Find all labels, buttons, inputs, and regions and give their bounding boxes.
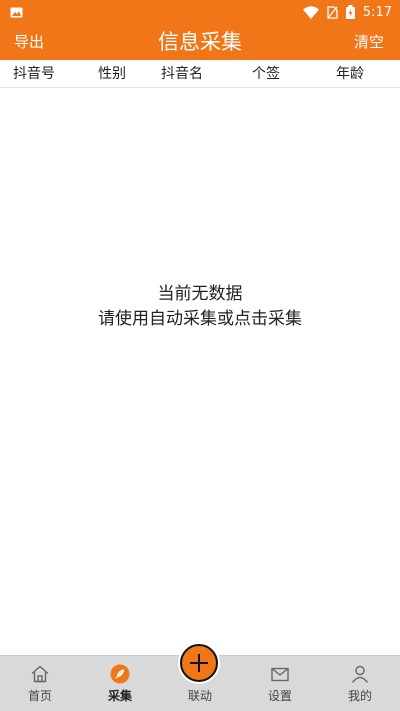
image-notification-icon (10, 7, 23, 17)
column-header-age: 年龄 (336, 66, 364, 82)
nav-label-home: 首页 (27, 689, 52, 703)
clear-button[interactable]: 清空 (354, 24, 384, 60)
nav-label-profile: 我的 (347, 689, 372, 703)
app-screen: 5:17 导出 信息采集 清空 抖音号 性别 抖音名 个签 年龄 当前无数据 请… (0, 0, 400, 711)
column-header-signature: 个签 (252, 66, 280, 82)
table-header: 抖音号 性别 抖音名 个签 年龄 (0, 60, 400, 88)
status-left (10, 7, 23, 18)
column-header-douyin-name: 抖音名 (161, 66, 203, 82)
empty-state-title: 当前无数据 (157, 284, 243, 304)
nav-label-collect: 采集 (107, 689, 132, 703)
home-icon (31, 665, 49, 683)
feather-icon (110, 664, 130, 684)
mail-icon (271, 667, 289, 682)
status-right: 5:17 (302, 4, 392, 20)
user-icon (351, 665, 369, 683)
nav-item-profile[interactable]: 我的 (320, 656, 400, 711)
empty-state-hint: 请使用自动采集或点击采集 (98, 309, 302, 329)
status-time: 5:17 (362, 4, 392, 20)
plus-icon (190, 654, 208, 672)
app-header: 导出 信息采集 清空 (0, 24, 400, 60)
wifi-icon (302, 5, 319, 19)
battery-charging-icon (345, 5, 355, 19)
page-title: 信息采集 (158, 30, 242, 54)
linkage-fab-button[interactable] (180, 644, 218, 682)
no-sim-icon (327, 5, 338, 19)
column-header-douyin-id: 抖音号 (13, 66, 55, 82)
column-header-gender: 性别 (98, 66, 126, 82)
nav-item-collect[interactable]: 采集 (80, 656, 160, 711)
nav-item-home[interactable]: 首页 (0, 656, 80, 711)
nav-item-settings[interactable]: 设置 (240, 656, 320, 711)
nav-label-linkage: 联动 (187, 689, 212, 703)
nav-label-settings: 设置 (267, 689, 292, 703)
empty-state: 当前无数据 请使用自动采集或点击采集 (0, 282, 400, 332)
status-bar: 5:17 (0, 0, 400, 24)
